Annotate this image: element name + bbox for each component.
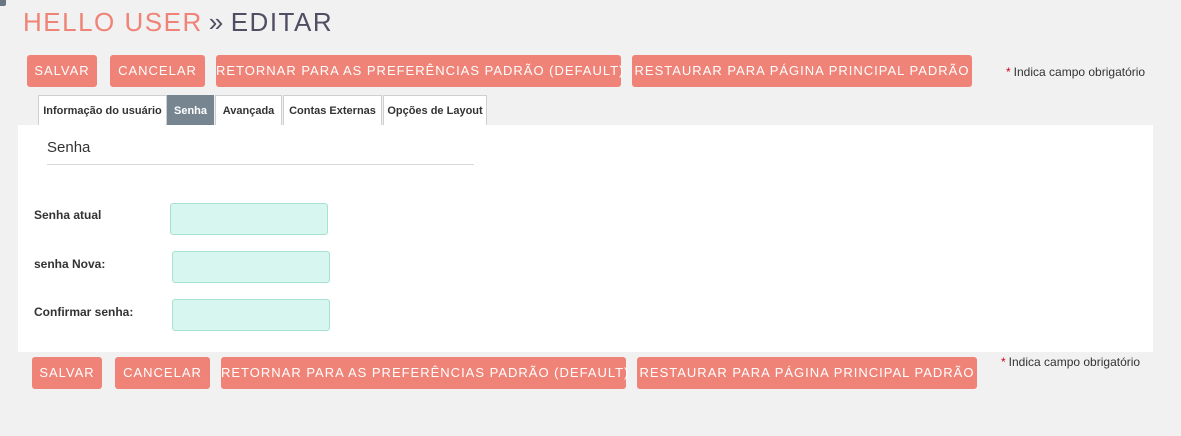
required-note-bottom: * Indica campo obrigatório xyxy=(1001,355,1140,369)
tab-external-accounts[interactable]: Contas Externas xyxy=(283,95,382,125)
tab-password[interactable]: Senha xyxy=(167,95,214,125)
reset-preferences-button-bottom[interactable]: RETORNAR PARA AS PREFERÊNCIAS PADRÃO (DE… xyxy=(221,357,628,389)
required-note-top: * Indica campo obrigatório xyxy=(1006,65,1145,79)
page-title-action: EDITAR xyxy=(230,7,334,37)
section-title: Senha xyxy=(47,139,474,165)
cancel-button-top[interactable]: CANCELAR xyxy=(110,55,205,87)
required-note-text: Indica campo obrigatório xyxy=(1013,65,1146,79)
save-button-top[interactable]: SALVAR xyxy=(27,55,97,87)
current-password-label: Senha atual xyxy=(34,208,102,222)
tab-layout-options[interactable]: Opções de Layout xyxy=(383,95,487,125)
reset-preferences-button-top[interactable]: RETORNAR PARA AS PREFERÊNCIAS PADRÃO (DE… xyxy=(216,55,623,87)
required-star: * xyxy=(1006,65,1011,79)
page-title-separator: » xyxy=(208,7,225,37)
save-button-bottom[interactable]: SALVAR xyxy=(32,357,102,389)
confirm-password-label: Confirmar senha: xyxy=(34,305,134,319)
page-title: HELLO USER» EDITAR xyxy=(23,6,333,38)
reset-homepage-button-bottom[interactable]: RESTAURAR PARA PÁGINA PRINCIPAL PADRÃO xyxy=(637,357,977,389)
required-star: * xyxy=(1001,355,1006,369)
current-password-input[interactable] xyxy=(170,203,328,235)
new-password-label: senha Nova: xyxy=(34,257,106,271)
tab-user-info[interactable]: Informação do usuário xyxy=(38,95,167,125)
required-note-text: Indica campo obrigatório xyxy=(1008,355,1141,369)
new-password-input[interactable] xyxy=(172,251,330,283)
cancel-button-bottom[interactable]: CANCELAR xyxy=(115,357,210,389)
page-title-user: HELLO USER xyxy=(23,7,203,37)
password-panel: Senha Senha atual senha Nova: Confirmar … xyxy=(18,125,1153,352)
reset-homepage-button-top[interactable]: RESTAURAR PARA PÁGINA PRINCIPAL PADRÃO xyxy=(632,55,972,87)
confirm-password-input[interactable] xyxy=(172,299,330,331)
corner-mark xyxy=(0,0,6,6)
tab-advanced[interactable]: Avançada xyxy=(215,95,282,125)
